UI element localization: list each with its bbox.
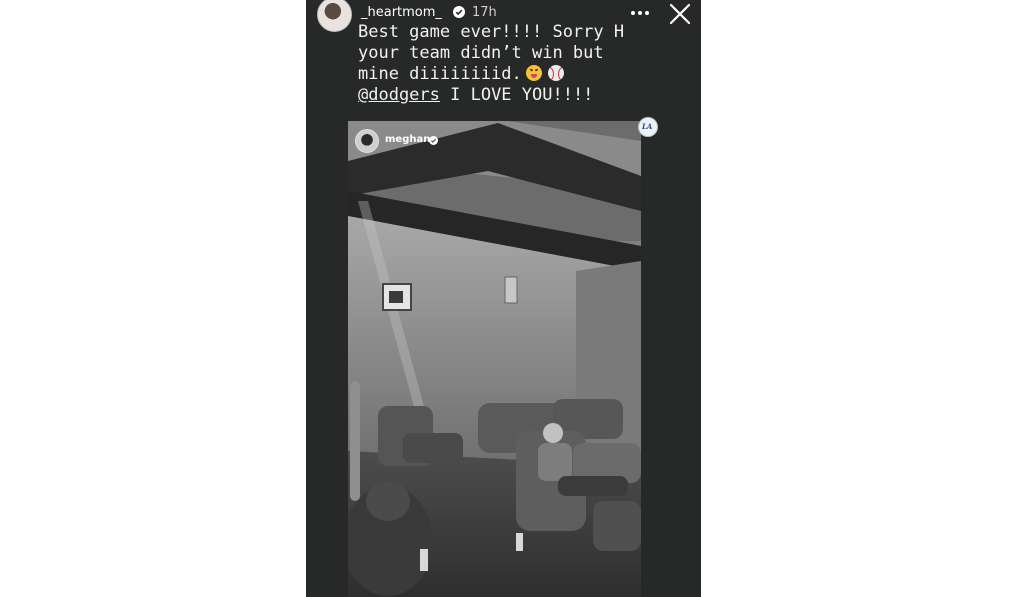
caption-line-2: your team didn’t win but bbox=[358, 43, 604, 63]
caption-ending: I LOVE YOU!!!! bbox=[439, 85, 594, 105]
reposted-story-card[interactable]: meghan bbox=[348, 121, 641, 597]
story-username[interactable]: _heartmom_ bbox=[361, 5, 442, 20]
story-viewer: _heartmom_ 17h Best game ever!!!! Sorry … bbox=[306, 0, 701, 597]
caption-line-1: Best game ever!!!! Sorry H bbox=[358, 22, 625, 42]
dodgers-logo-icon: LA bbox=[638, 117, 658, 137]
story-timestamp: 17h bbox=[472, 5, 497, 20]
squinting-tongue-emoji-icon bbox=[525, 65, 542, 81]
verified-badge-icon bbox=[453, 6, 465, 18]
home-theater-photo bbox=[348, 121, 641, 597]
story-caption: Best game ever!!!! Sorry H your team did… bbox=[358, 22, 698, 106]
more-options-icon[interactable] bbox=[630, 10, 650, 16]
profile-avatar[interactable] bbox=[317, 0, 352, 32]
dodgers-mention-link[interactable]: @dodgers bbox=[358, 85, 440, 105]
baseball-emoji-icon bbox=[547, 65, 564, 81]
repost-avatar[interactable] bbox=[355, 129, 379, 153]
repost-username[interactable]: meghan bbox=[385, 134, 430, 145]
repost-verified-badge-icon bbox=[429, 136, 438, 145]
caption-line-3: mine diiiiiiiid. bbox=[358, 64, 522, 84]
